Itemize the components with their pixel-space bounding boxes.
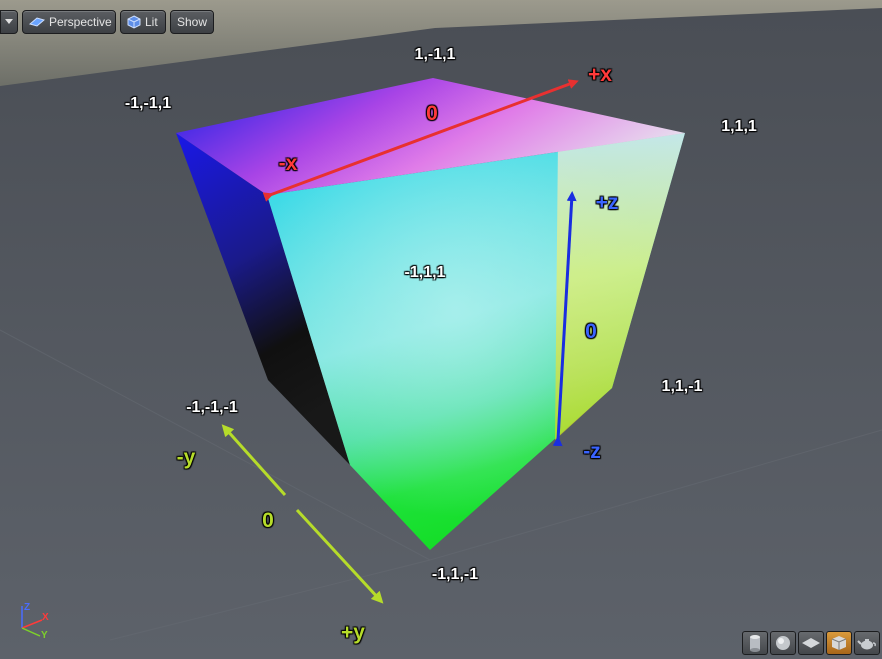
vertex-label: -1,1,1 xyxy=(404,264,446,281)
vertex-label: -1,1,-1 xyxy=(431,566,479,583)
y-axis-negative-label: -y xyxy=(176,446,196,469)
sphere-icon xyxy=(776,636,790,650)
preview-mesh-buttons xyxy=(742,631,880,655)
teapot-icon xyxy=(857,639,876,650)
cylinder-preview-button[interactable] xyxy=(742,631,768,655)
chevron-down-icon xyxy=(5,19,13,24)
teapot-preview-button[interactable] xyxy=(854,631,880,655)
viewport-toolbar: Perspective Lit Show xyxy=(0,9,214,35)
lit-mode-button[interactable]: Lit xyxy=(120,10,166,34)
cube-preview-button[interactable] xyxy=(826,631,852,655)
vertex-label: -1,-1,1 xyxy=(124,95,172,112)
perspective-view-button[interactable]: Perspective xyxy=(22,10,116,34)
z-axis-positive-label: +z xyxy=(595,191,619,214)
gizmo-y-label: Y xyxy=(41,630,48,641)
x-axis-negative-label: -x xyxy=(278,152,298,175)
vertex-label: 1,1,1 xyxy=(721,118,757,135)
x-axis-positive-label: +x xyxy=(588,63,612,86)
gizmo-x-label: X xyxy=(42,612,49,623)
plane-preview-button[interactable] xyxy=(798,631,824,655)
vertex-label: 1,1,-1 xyxy=(661,378,703,395)
y-axis-positive-label: +y xyxy=(341,621,365,644)
lit-cube-icon xyxy=(127,15,141,29)
gizmo-z-label: Z xyxy=(24,602,31,613)
z-axis-negative-label: -z xyxy=(583,440,601,463)
3d-viewport[interactable]: 1,-1,1 -1,-1,1 1,1,1 -1,1,1 -1,-1,-1 1,1… xyxy=(0,0,882,659)
z-axis-zero-label: 0 xyxy=(585,320,597,343)
show-menu-button[interactable]: Show xyxy=(170,10,214,34)
x-axis-zero-label: 0 xyxy=(426,102,438,125)
lit-label: Lit xyxy=(145,15,158,29)
vertex-label: 1,-1,1 xyxy=(414,46,456,63)
cube-icon xyxy=(831,636,847,650)
vertex-label: -1,-1,-1 xyxy=(186,399,238,416)
sphere-preview-button[interactable] xyxy=(770,631,796,655)
show-label: Show xyxy=(176,15,208,29)
cylinder-icon xyxy=(750,635,760,652)
perspective-label: Perspective xyxy=(49,15,112,29)
axis-gizmo: Z X Y xyxy=(12,600,52,649)
viewport-options-button[interactable] xyxy=(0,10,18,34)
perspective-icon xyxy=(29,17,45,27)
y-axis-zero-label: 0 xyxy=(262,509,274,532)
plane-icon xyxy=(802,638,820,648)
